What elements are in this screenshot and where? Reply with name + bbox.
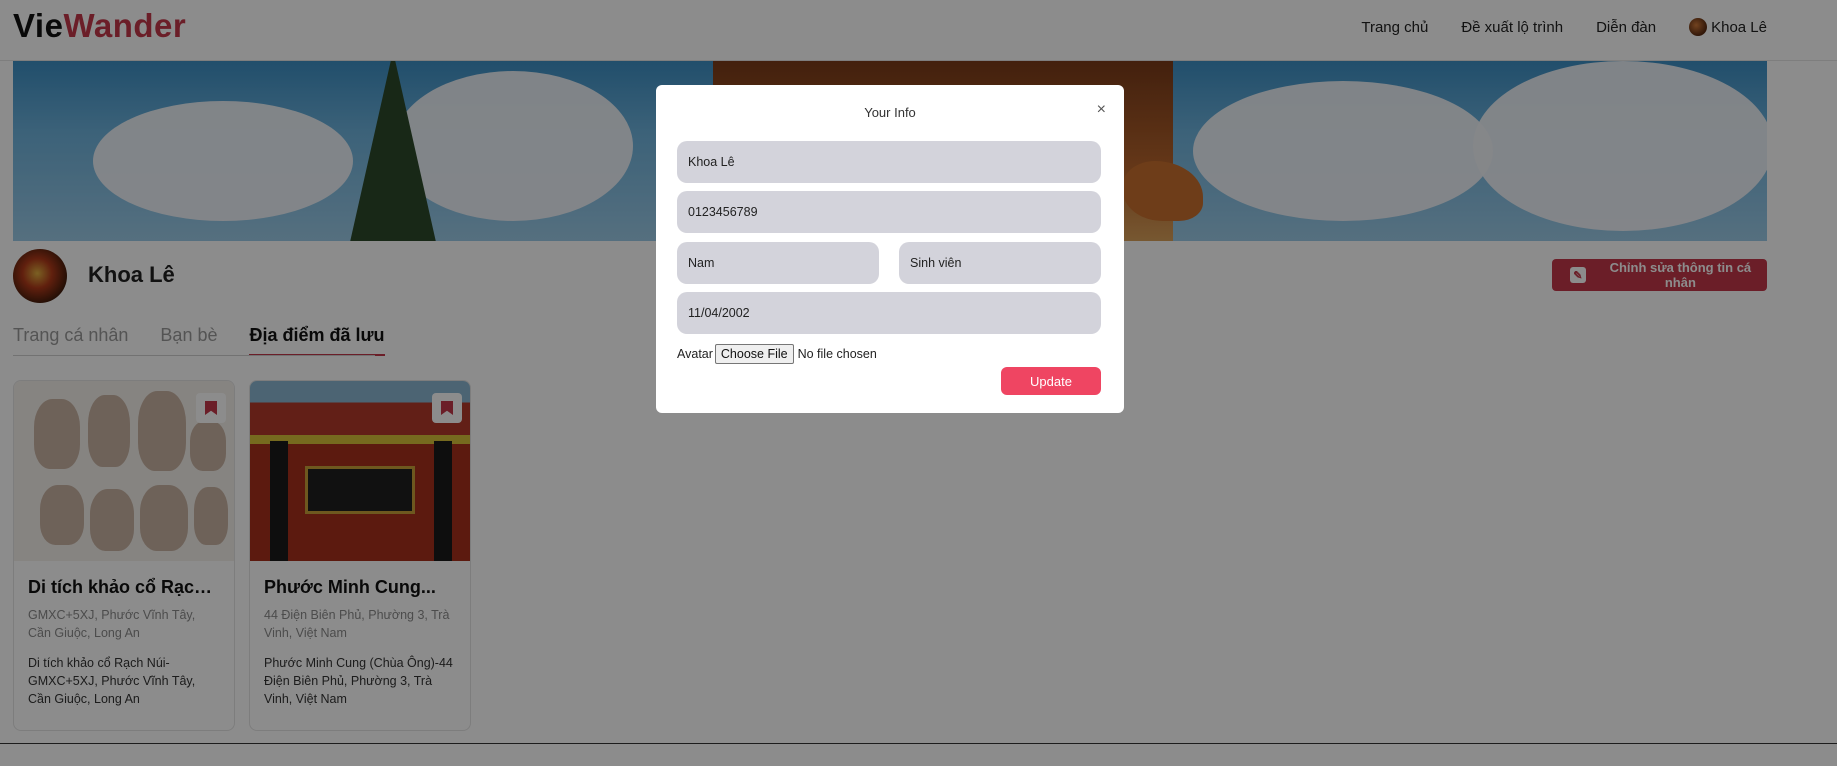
avatar-label: Avatar bbox=[677, 347, 713, 361]
occupation-field[interactable]: Sinh viên bbox=[899, 242, 1101, 284]
no-file-text: No file chosen bbox=[797, 347, 877, 361]
gender-field[interactable]: Nam bbox=[677, 242, 879, 284]
dob-field[interactable]: 11/04/2002 bbox=[677, 292, 1101, 334]
your-info-modal: Your Info × Khoa Lê 0123456789 Nam Sinh … bbox=[656, 85, 1124, 413]
close-icon[interactable]: × bbox=[1097, 101, 1106, 119]
modal-title: Your Info bbox=[864, 105, 916, 120]
name-field[interactable]: Khoa Lê bbox=[677, 141, 1101, 183]
update-button[interactable]: Update bbox=[1001, 367, 1101, 395]
phone-field[interactable]: 0123456789 bbox=[677, 191, 1101, 233]
avatar-upload-row: Avatar Choose File No file chosen bbox=[677, 344, 877, 364]
choose-file-button[interactable]: Choose File bbox=[714, 344, 794, 364]
